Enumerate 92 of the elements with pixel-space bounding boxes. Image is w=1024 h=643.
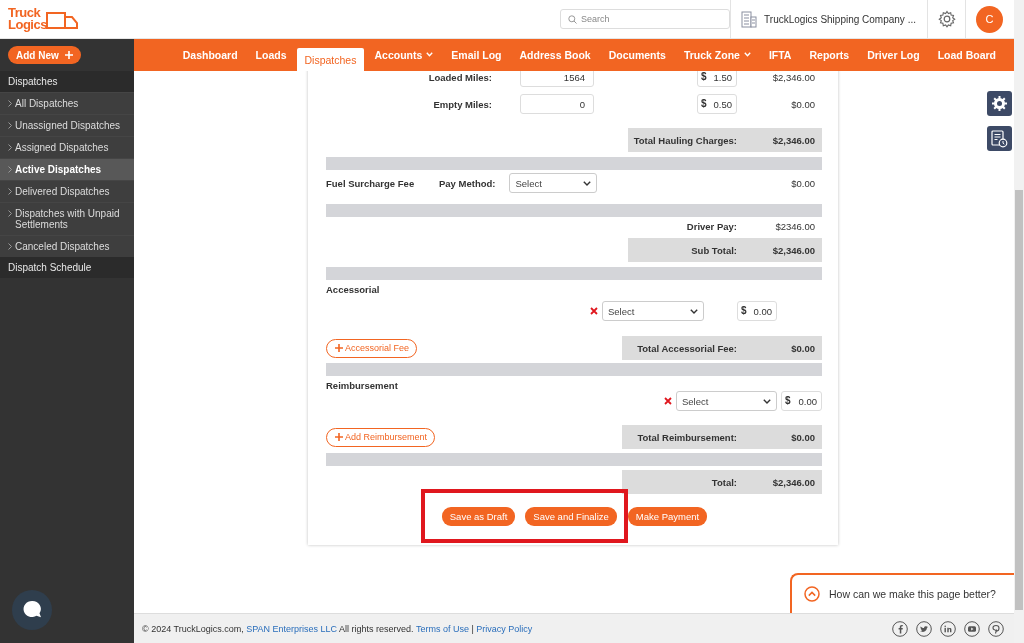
nav-tab[interactable]: Dispatches bbox=[296, 48, 365, 71]
video-play-icon[interactable] bbox=[964, 620, 980, 637]
chevron-icon bbox=[8, 144, 12, 151]
sidebar-item[interactable]: Assigned Dispatches bbox=[0, 136, 134, 158]
document-clock-button[interactable] bbox=[987, 126, 1012, 151]
company-link[interactable]: SPAN Enterprises LLC bbox=[246, 623, 338, 634]
miles-input[interactable]: 0 bbox=[520, 94, 594, 114]
chevron-icon bbox=[8, 210, 12, 217]
accessorial-select[interactable]: Select bbox=[602, 301, 704, 321]
building-icon bbox=[741, 10, 758, 28]
sidebar-item[interactable]: Delivered Dispatches bbox=[0, 180, 134, 202]
nav-tab[interactable]: Loads bbox=[247, 43, 295, 66]
caret-icon bbox=[763, 398, 771, 404]
nav-tab[interactable]: Reports bbox=[801, 43, 858, 66]
nav-tab[interactable]: IFTA bbox=[760, 43, 800, 66]
settings-widget-button[interactable] bbox=[987, 91, 1012, 116]
privacy-link[interactable]: Privacy Policy bbox=[476, 623, 533, 634]
facebook-icon[interactable] bbox=[892, 620, 908, 637]
nav-tab[interactable]: Truck Zone bbox=[675, 43, 759, 66]
currency-symbol: $ bbox=[785, 395, 791, 406]
sidebar-item[interactable]: Active Dispatches bbox=[0, 158, 134, 180]
avatar[interactable]: C bbox=[976, 5, 1003, 33]
document-clock-icon bbox=[991, 129, 1008, 148]
total-bar: Total Hauling Charges: $2,346.00 bbox=[628, 128, 822, 152]
chevron-icon bbox=[8, 122, 12, 129]
pinterest-icon[interactable] bbox=[988, 620, 1004, 637]
chevron-icon bbox=[8, 188, 12, 195]
total-bar: Total Accessorial Fee: $0.00 bbox=[622, 336, 822, 360]
field-label: Loaded Miles: bbox=[427, 71, 492, 83]
add-new-button[interactable]: Add New bbox=[8, 46, 81, 64]
linkedin-icon[interactable] bbox=[940, 620, 956, 637]
feedback-widget[interactable]: How can we make this page better? bbox=[790, 573, 1014, 613]
sidebar-item[interactable]: Unassigned Dispatches bbox=[0, 114, 134, 136]
nav-tab[interactable]: Accounts bbox=[366, 43, 442, 66]
amount-text: $2,346.00 bbox=[771, 71, 816, 83]
settings-icon[interactable] bbox=[938, 10, 956, 28]
reimbursement-select[interactable]: Select bbox=[676, 391, 777, 411]
chevron-up-icon bbox=[804, 586, 820, 602]
nav-tab[interactable]: Load Board bbox=[929, 43, 1004, 66]
action-button[interactable]: Make Payment bbox=[627, 506, 708, 526]
add-reimbursement-button[interactable]: Add Reimbursement bbox=[326, 427, 436, 447]
nav-tab[interactable]: Address Book bbox=[511, 43, 599, 66]
section-title: Fuel Surcharge Fee bbox=[326, 177, 416, 189]
amount-text: $0.00 bbox=[790, 177, 816, 189]
sidebar-section[interactable]: Dispatch Schedule bbox=[0, 257, 134, 278]
remove-icon[interactable] bbox=[664, 397, 672, 405]
plus-icon bbox=[335, 433, 343, 441]
nav-tab[interactable]: Documents bbox=[600, 43, 674, 66]
currency-symbol: $ bbox=[701, 71, 707, 82]
chevron-icon bbox=[8, 100, 12, 107]
total-bar: Sub Total: $2,346.00 bbox=[628, 238, 822, 262]
chevron-icon bbox=[8, 166, 12, 173]
copyright-text: © 2024 TruckLogics.com, SPAN Enterprises LLC All rights reserved. Terms of Use | Privacy Policy bbox=[142, 623, 533, 634]
chat-icon[interactable] bbox=[11, 589, 53, 631]
sidebar-item[interactable]: All Dispatches bbox=[0, 92, 134, 114]
plus-icon bbox=[335, 344, 343, 352]
scrollbar-thumb[interactable] bbox=[1015, 190, 1023, 610]
total-bar: Total: $2,346.00 bbox=[622, 470, 822, 494]
amount-text: $2346.00 bbox=[774, 220, 815, 232]
search-field[interactable]: Search bbox=[560, 9, 731, 29]
add-accessorial-button[interactable]: Accessorial Fee bbox=[326, 338, 418, 358]
currency-symbol: $ bbox=[701, 98, 707, 109]
field-label: Pay Method: bbox=[439, 177, 496, 189]
amount-text: $0.00 bbox=[790, 98, 816, 110]
nav-tab[interactable]: Dashboard bbox=[174, 43, 246, 66]
caret-icon bbox=[690, 308, 698, 314]
twitter-icon[interactable] bbox=[916, 620, 932, 637]
sidebar-section[interactable]: Dispatches bbox=[0, 71, 134, 92]
sidebar-item[interactable]: Canceled Dispatches bbox=[0, 235, 134, 257]
terms-link[interactable]: Terms of Use bbox=[415, 623, 469, 634]
company-name[interactable]: TruckLogics Shipping Company ... bbox=[764, 13, 916, 25]
caret-icon bbox=[583, 180, 592, 186]
nav-tab[interactable]: Email Log bbox=[443, 43, 510, 66]
logo[interactable]: Truck Logics bbox=[8, 3, 78, 35]
sidebar-item[interactable]: Dispatches with Unpaid Settlements bbox=[0, 202, 134, 235]
section-title: Reimbursement bbox=[326, 379, 398, 391]
section-title: Accessorial bbox=[326, 283, 380, 295]
currency-symbol: $ bbox=[741, 305, 747, 316]
action-button[interactable]: Save and Finalize bbox=[525, 506, 617, 526]
gear-icon bbox=[992, 96, 1007, 111]
search-icon bbox=[568, 15, 578, 24]
total-bar: Total Reimbursement: $0.00 bbox=[622, 425, 822, 449]
truck-icon bbox=[46, 10, 78, 32]
pay-method-select[interactable]: Select bbox=[509, 173, 598, 193]
miles-input[interactable]: 1564 bbox=[520, 71, 594, 87]
plus-icon bbox=[64, 51, 73, 59]
field-label: Driver Pay: bbox=[685, 220, 737, 232]
action-button[interactable]: Save as Draft bbox=[441, 506, 516, 526]
remove-icon[interactable] bbox=[590, 307, 598, 315]
nav-tab[interactable]: Driver Log bbox=[859, 43, 928, 66]
field-label: Empty Miles: bbox=[432, 98, 492, 110]
chevron-icon bbox=[8, 243, 12, 250]
